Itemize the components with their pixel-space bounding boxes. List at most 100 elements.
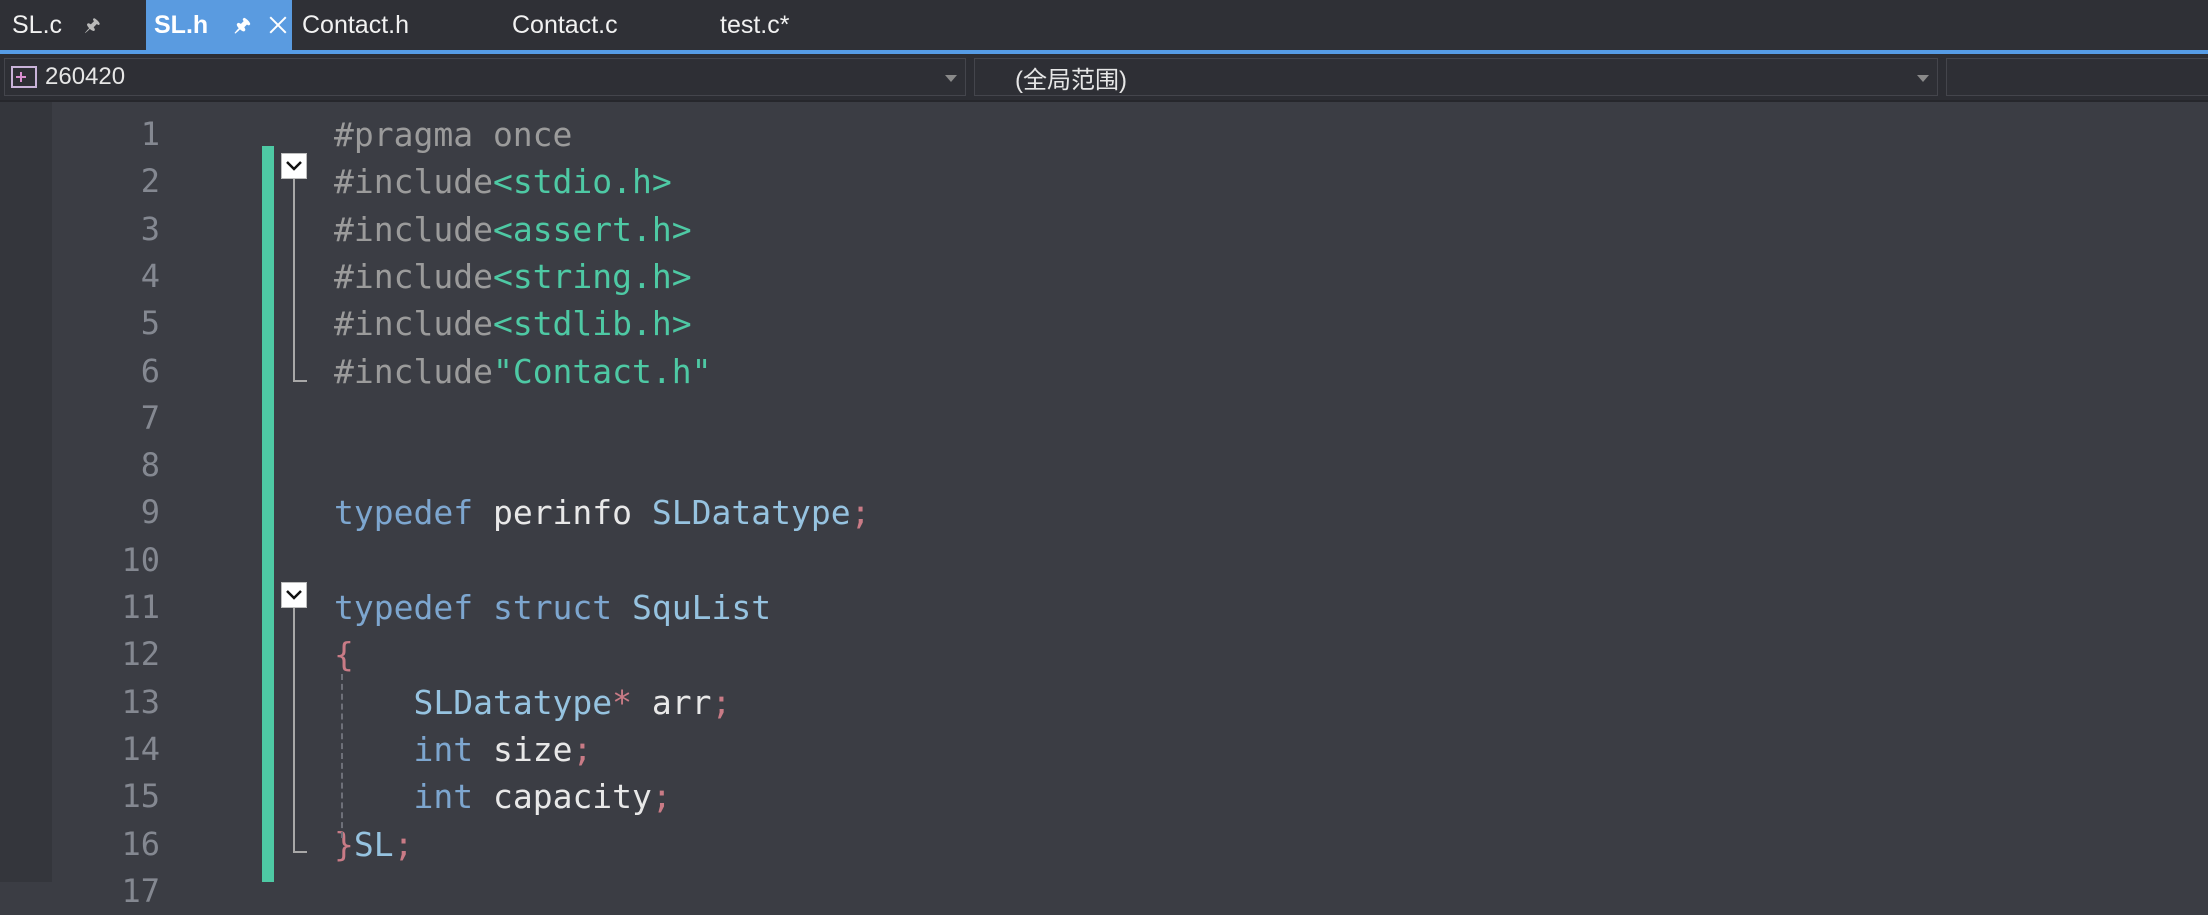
line-number: 16 — [121, 824, 160, 863]
code-line[interactable]: #include<string.h> — [334, 253, 692, 300]
code-token: ; — [711, 682, 732, 722]
code-line[interactable]: #include<assert.h> — [334, 206, 692, 253]
line-number: 3 — [140, 209, 160, 248]
tab-label: Contact.h — [302, 10, 410, 39]
line-number: 9 — [140, 493, 160, 532]
document-tab-bar: SL.c 🖈︎ SL.h 🖈︎ Contact.h Contact.c test… — [0, 0, 2208, 50]
code-token: struct — [492, 588, 613, 627]
tab-sl-h[interactable]: SL.h 🖈︎ — [146, 0, 292, 50]
code-token: ; — [572, 729, 593, 769]
line-number: 10 — [121, 540, 160, 579]
code-token: #include — [334, 162, 493, 202]
code-token: SLDatatype — [651, 493, 851, 533]
code-token: int — [413, 729, 474, 769]
line-number: 2 — [140, 162, 160, 201]
project-dropdown[interactable]: 260420 — [4, 58, 966, 96]
pin-icon[interactable]: 🖈︎ — [84, 16, 101, 34]
tab-test-c[interactable]: test.c* — [720, 0, 789, 50]
tab-label: SL.h — [154, 10, 209, 39]
line-number: 12 — [121, 635, 160, 674]
scope-label: (全局范围) — [1015, 66, 1127, 94]
code-line[interactable]: #pragma once — [334, 111, 572, 158]
line-number: 8 — [140, 446, 160, 485]
code-token: typedef — [334, 493, 474, 533]
code-line[interactable]: }SL; — [334, 821, 414, 868]
change-tracking-bar — [262, 146, 274, 882]
line-number: 1 — [140, 115, 160, 153]
code-editor[interactable]: 1 2 3 4 5 6 7 8 9 10 11 12 13 14 15 16 17 #pragma once #i… — [0, 102, 2208, 910]
scope-dropdown[interactable]: (全局范围) — [974, 58, 1938, 96]
pin-icon[interactable]: 🖈︎ — [234, 16, 251, 34]
tab-contact-h[interactable]: Contact.h — [302, 0, 409, 50]
line-number: 7 — [140, 398, 160, 437]
code-token: SLDatatype — [413, 682, 613, 722]
chevron-down-icon[interactable] — [1917, 75, 1929, 82]
project-name: 260420 — [45, 63, 126, 90]
code-line[interactable]: int size; — [334, 726, 592, 773]
code-token: <stdio.h> — [492, 162, 672, 202]
code-line[interactable]: { — [334, 631, 354, 678]
project-icon — [11, 66, 37, 88]
code-token: <string.h> — [492, 256, 692, 296]
code-token: SL — [353, 824, 394, 864]
code-token: #include — [334, 351, 493, 391]
code-line[interactable]: int capacity; — [334, 773, 672, 820]
line-number: 14 — [121, 729, 160, 768]
fold-range-line — [293, 179, 295, 381]
fold-range-end — [293, 851, 307, 853]
code-token: ; — [393, 824, 414, 864]
code-token: typedef — [334, 588, 474, 627]
code-line[interactable]: #include<stdlib.h> — [334, 300, 692, 347]
code-token: SquList — [632, 588, 772, 627]
code-line[interactable]: SLDatatype* arr; — [334, 679, 731, 726]
indent-guide — [341, 674, 343, 838]
line-number: 11 — [121, 588, 160, 626]
code-token: #include — [334, 209, 493, 249]
code-token: perinfo — [492, 493, 633, 533]
tab-label: SL.c — [12, 10, 63, 39]
line-number: 13 — [121, 682, 160, 721]
tab-contact-c[interactable]: Contact.c — [512, 0, 618, 50]
code-line[interactable]: typedef struct SquList — [334, 584, 771, 631]
line-number: 5 — [140, 304, 160, 343]
indicator-margin — [0, 102, 52, 882]
close-icon[interactable] — [267, 14, 289, 36]
code-token: #include — [334, 256, 493, 296]
code-token: <stdlib.h> — [492, 304, 692, 344]
code-token: "Contact.h" — [492, 351, 712, 391]
collapse-icon[interactable] — [281, 582, 307, 608]
member-dropdown[interactable] — [1946, 58, 2208, 96]
collapse-icon[interactable] — [281, 153, 307, 179]
code-line[interactable]: #include<stdio.h> — [334, 158, 672, 205]
code-line[interactable]: #include"Contact.h" — [334, 348, 712, 395]
code-line[interactable]: typedef perinfo SLDatatype; — [334, 489, 870, 536]
code-token: * — [612, 682, 633, 722]
code-token: int — [413, 777, 474, 817]
tab-label: Contact.c — [512, 10, 618, 39]
line-number: 15 — [121, 777, 160, 816]
code-token: #pragma once — [334, 115, 573, 154]
code-token: ; — [850, 493, 871, 533]
fold-range-line — [293, 608, 295, 852]
code-token: arr — [651, 682, 712, 722]
line-number: 4 — [140, 256, 160, 295]
code-token: ; — [651, 777, 672, 817]
code-token: size — [492, 729, 573, 769]
line-number: 6 — [140, 351, 160, 390]
code-token: capacity — [492, 777, 652, 817]
code-token: <assert.h> — [492, 209, 692, 249]
tab-label: test.c* — [720, 10, 790, 39]
chevron-down-icon[interactable] — [945, 75, 957, 82]
fold-range-end — [293, 380, 307, 382]
code-token: { — [334, 635, 354, 675]
tab-sl-c[interactable]: SL.c 🖈︎ — [12, 0, 101, 50]
code-token: } — [334, 824, 354, 864]
code-token: #include — [334, 304, 493, 344]
